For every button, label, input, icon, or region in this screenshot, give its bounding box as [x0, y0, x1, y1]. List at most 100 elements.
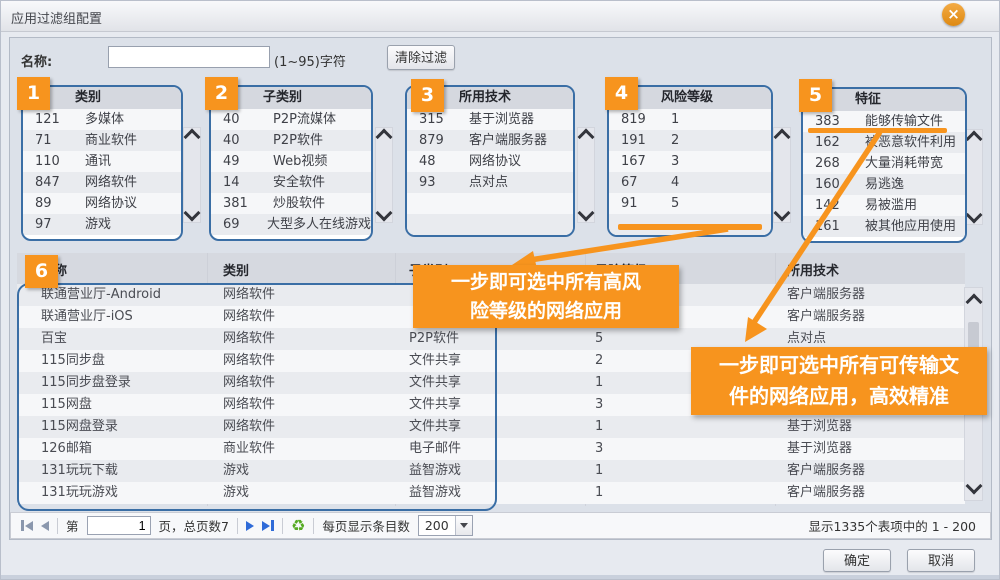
list-item[interactable]: 40P2P流媒体	[211, 109, 371, 130]
list-item-count: 847	[23, 172, 75, 193]
callout-badge-3: 3	[411, 79, 444, 112]
scroll-up-icon[interactable]	[965, 294, 982, 311]
list-item-count: 40	[211, 109, 263, 130]
list-item-label: 1	[661, 109, 679, 130]
prev-page-button[interactable]	[41, 521, 49, 531]
list-item-count: 167	[609, 151, 661, 172]
list-item[interactable]: 110通讯	[23, 151, 181, 172]
list-item[interactable]: 915	[609, 193, 771, 214]
cancel-button[interactable]: 取消	[907, 549, 975, 572]
dialog-title: 应用过滤组配置	[11, 8, 102, 27]
next-page-button[interactable]	[246, 521, 254, 531]
name-input[interactable]	[108, 46, 270, 68]
list-item-count: 48	[407, 151, 459, 172]
list-item[interactable]: 14安全软件	[211, 172, 371, 193]
list-scrollbar[interactable]	[375, 127, 393, 223]
list-scrollbar[interactable]	[577, 127, 595, 223]
list-item-label: 安全软件	[263, 172, 325, 193]
ok-button[interactable]: 确定	[823, 549, 891, 572]
list-scrollbar[interactable]	[773, 127, 791, 223]
list-item	[407, 214, 573, 235]
table-row[interactable]: 131玩玩下载游戏益智游戏1客户端服务器	[17, 460, 965, 482]
list-item-label: 网络协议	[459, 151, 521, 172]
list-scrollbar[interactable]	[965, 129, 983, 225]
dropdown-arrow-icon[interactable]	[455, 516, 472, 535]
list-item[interactable]: 162被恶意软件利用	[803, 132, 965, 153]
list-item-count: 49	[211, 151, 263, 172]
list-item[interactable]: 879客户端服务器	[407, 130, 573, 151]
list-item[interactable]: 268大量消耗带宽	[803, 153, 965, 174]
close-button[interactable]: ×	[942, 3, 965, 26]
clear-filter-button[interactable]: 清除过滤	[387, 45, 455, 70]
scroll-down-icon[interactable]	[966, 207, 983, 224]
list-item[interactable]: 847网络软件	[23, 172, 181, 193]
list-item-count: 89	[23, 193, 75, 214]
scroll-down-icon[interactable]	[376, 205, 393, 222]
list-item[interactable]: 69大型多人在线游戏	[211, 214, 371, 235]
list-item-count: 381	[211, 193, 263, 214]
list-item[interactable]: 121多媒体	[23, 109, 181, 130]
list-item-count: 315	[407, 109, 459, 130]
page-label-prefix: 第	[66, 516, 79, 535]
list-item-count: 819	[609, 109, 661, 130]
list-item-label: 易逃逸	[855, 174, 904, 195]
refresh-icon[interactable]: ♻	[291, 518, 305, 534]
scroll-down-icon[interactable]	[184, 205, 201, 222]
per-page-select[interactable]: 200	[418, 515, 473, 536]
list-item[interactable]: 71商业软件	[23, 130, 181, 151]
list-item-count: 93	[407, 172, 459, 193]
list-item-label: 游戏	[75, 214, 111, 235]
title-bar: 应用过滤组配置 ×	[1, 1, 999, 32]
list-item-label: 5	[661, 193, 679, 214]
scroll-up-icon[interactable]	[578, 129, 595, 146]
list-item[interactable]: 97游戏	[23, 214, 181, 235]
list-item[interactable]: 383能够传输文件	[803, 111, 965, 132]
list-item[interactable]: 381炒股软件	[211, 193, 371, 214]
table-row[interactable]: 131玩玩游戏游戏益智游戏1客户端服务器	[17, 482, 965, 504]
scroll-up-icon[interactable]	[376, 129, 393, 146]
callout-badge-5: 5	[799, 79, 832, 112]
list-item[interactable]: 49Web视频	[211, 151, 371, 172]
name-label: 名称:	[21, 51, 52, 70]
list-item[interactable]: 160易逃逸	[803, 174, 965, 195]
list-item-label: 通讯	[75, 151, 111, 172]
list-item-count: 71	[23, 130, 75, 151]
list-item[interactable]: 8191	[609, 109, 771, 130]
list-item[interactable]: 48网络协议	[407, 151, 573, 172]
divider	[57, 518, 58, 534]
table-row[interactable]: 126邮箱商业软件电子邮件3基于浏览器	[17, 438, 965, 460]
scroll-down-icon[interactable]	[578, 205, 595, 222]
list-scrollbar[interactable]	[183, 127, 201, 223]
list-item[interactable]: 1912	[609, 130, 771, 151]
list-item[interactable]: 40P2P软件	[211, 130, 371, 151]
list-item-label: Web视频	[263, 151, 327, 172]
list-item[interactable]: 315基于浏览器	[407, 109, 573, 130]
list-item[interactable]: 93点对点	[407, 172, 573, 193]
list-item[interactable]: 142易被滥用	[803, 195, 965, 216]
pagination-bar: 第 页，总页数7 ♻ 每页显示条目数 200 显示1335个表项中的 1 - 2…	[10, 512, 991, 539]
list-item-count: 67	[609, 172, 661, 193]
list-item-label: P2P软件	[263, 130, 323, 151]
scroll-up-icon[interactable]	[966, 131, 983, 148]
list-item-count: 268	[803, 153, 855, 174]
list-item-label: 易被滥用	[855, 195, 917, 216]
scroll-up-icon[interactable]	[774, 129, 791, 146]
list-item[interactable]: 89网络协议	[23, 193, 181, 214]
list-item-label: 被恶意软件利用	[855, 132, 956, 153]
scroll-up-icon[interactable]	[184, 129, 201, 146]
scroll-down-icon[interactable]	[774, 205, 791, 222]
table-row[interactable]: 115网盘登录网络软件文件共享1基于浏览器	[17, 416, 965, 438]
list-item[interactable]: 161被其他应用使用	[803, 216, 965, 237]
list-item-label: 大型多人在线游戏	[257, 214, 371, 235]
table-header-category: 类别	[223, 260, 249, 279]
list-item-count: 162	[803, 132, 855, 153]
app-filter-group-dialog: 应用过滤组配置 × 名称: (1~95)字符 清除过滤 类别 121多媒体 71…	[0, 0, 1000, 580]
scroll-down-icon[interactable]	[965, 478, 982, 495]
list-item[interactable]: 674	[609, 172, 771, 193]
last-page-button[interactable]	[262, 520, 274, 531]
list-item-count: 161	[803, 216, 855, 237]
first-page-button[interactable]	[21, 520, 33, 531]
list-item-label: 商业软件	[75, 130, 137, 151]
list-item[interactable]: 1673	[609, 151, 771, 172]
page-number-input[interactable]	[87, 516, 151, 535]
